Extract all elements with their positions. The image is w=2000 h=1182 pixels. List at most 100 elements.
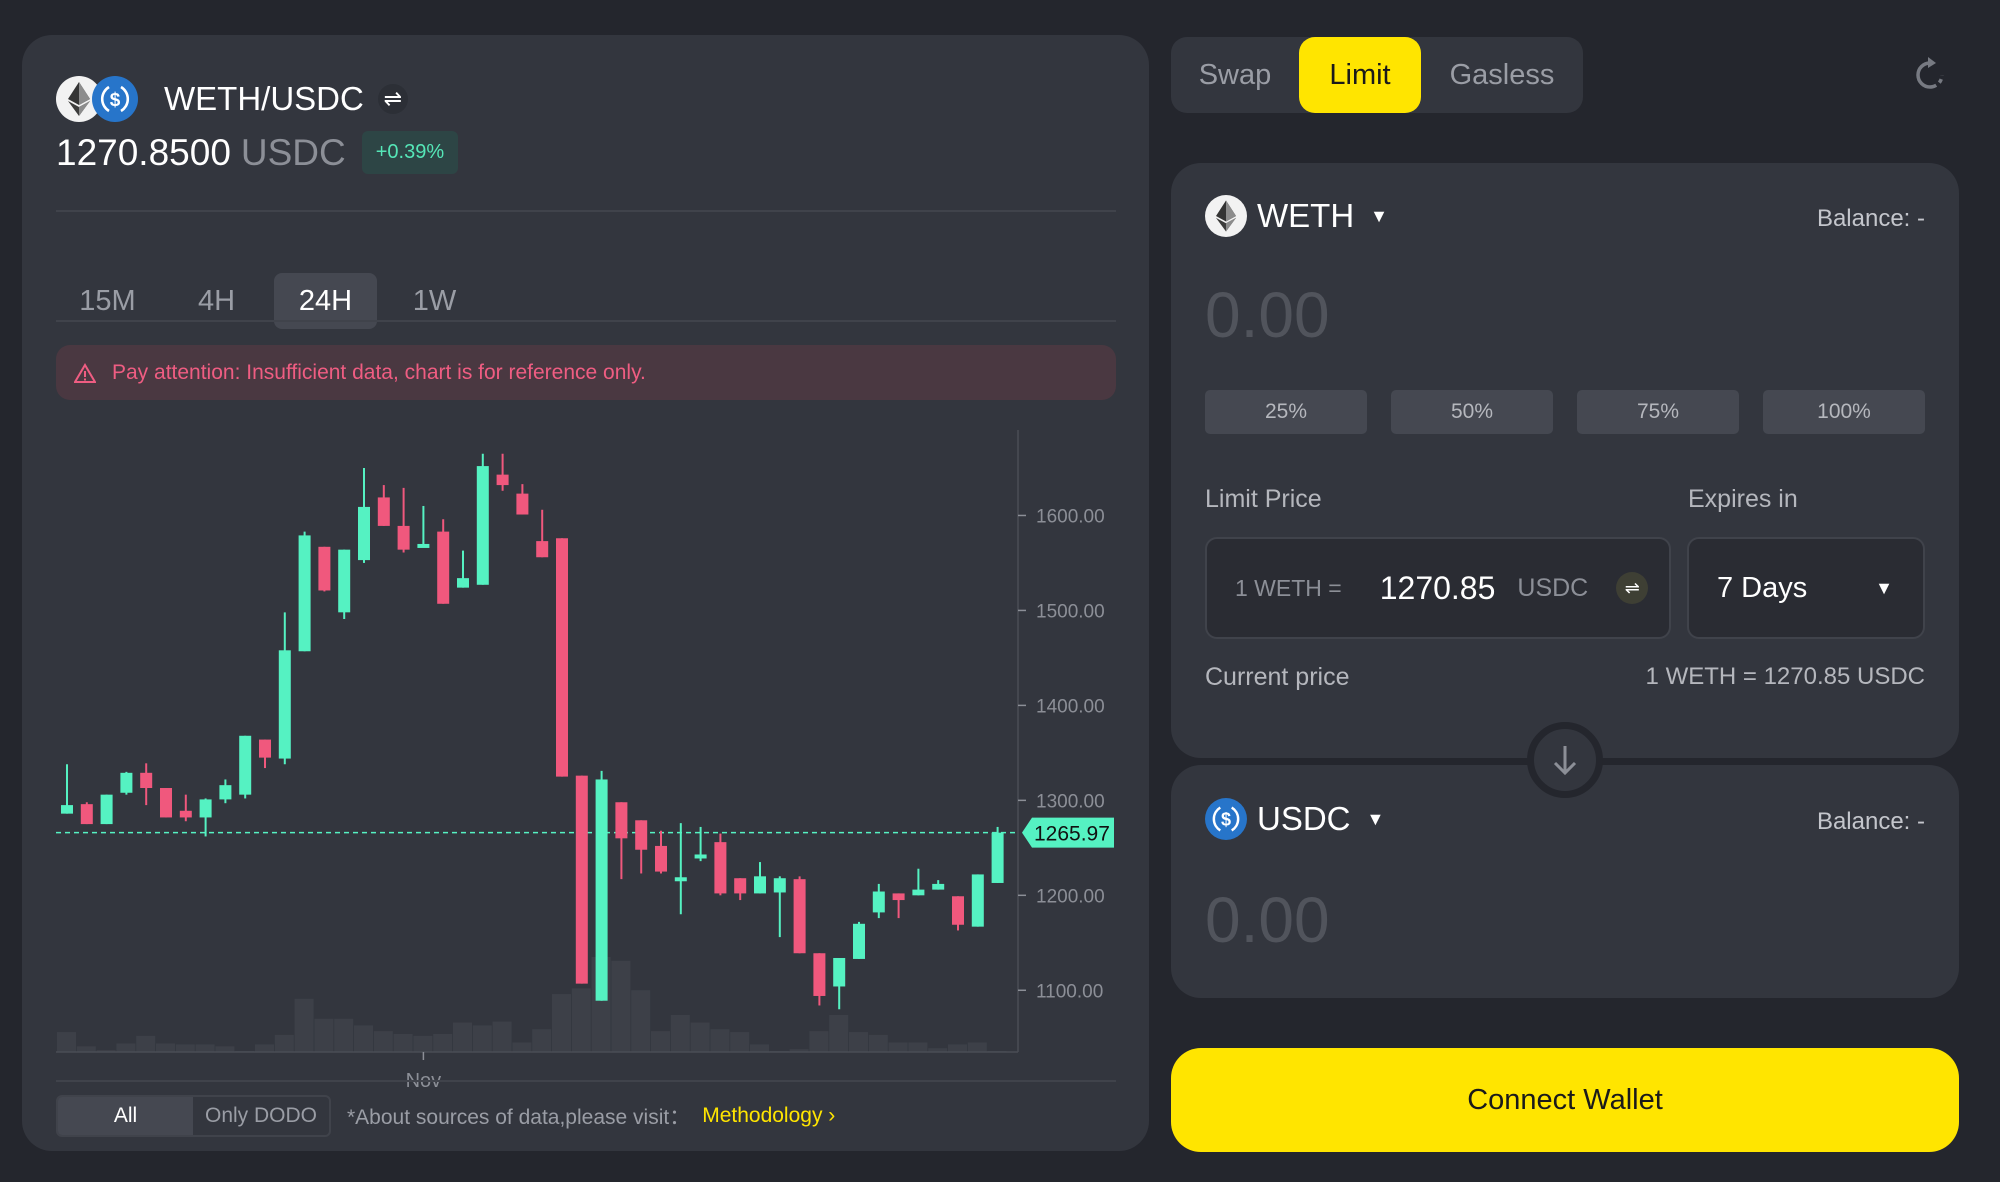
to-token-name: USDC <box>1257 800 1351 837</box>
volume-bar <box>750 1044 769 1052</box>
candle-down <box>714 842 727 894</box>
from-token-selector[interactable]: WETH ▼ <box>1205 195 1388 237</box>
expires-select[interactable]: 7 Days ▼ <box>1687 537 1925 639</box>
volume-bar <box>453 1022 472 1052</box>
candle-up <box>278 650 291 759</box>
candle-down <box>575 775 588 984</box>
limit-price-label: Limit Price <box>1205 485 1322 513</box>
percent-25-button[interactable]: 25% <box>1205 390 1367 434</box>
volume-bar <box>948 1044 967 1052</box>
from-amount-input[interactable]: 0.00 <box>1205 278 1330 352</box>
warning-icon <box>74 362 96 383</box>
candle-down <box>556 538 568 777</box>
volume-bar <box>512 1042 532 1052</box>
volume-bar <box>868 1034 888 1052</box>
volume-bar <box>967 1042 987 1052</box>
candle-down <box>140 772 153 789</box>
source-all-button[interactable]: All <box>58 1097 193 1135</box>
candle-down <box>318 546 331 591</box>
candle-down <box>615 802 628 839</box>
percent-100-button[interactable]: 100% <box>1763 390 1925 434</box>
source-toggle: All Only DODO <box>56 1095 331 1137</box>
volume-bar <box>255 1044 274 1052</box>
candle-up <box>100 794 113 825</box>
volume-bar <box>156 1043 175 1052</box>
chevron-down-icon: ▼ <box>1875 577 1893 598</box>
volume-bar <box>809 1031 829 1052</box>
refresh-icon[interactable] <box>1913 55 1947 98</box>
candle-up <box>971 874 984 927</box>
candle-up <box>219 785 232 800</box>
to-amount-input[interactable]: 0.00 <box>1205 883 1330 957</box>
limit-price-value[interactable]: 1270.85 <box>1380 570 1496 607</box>
candle-up <box>457 578 469 588</box>
candle-down <box>80 804 93 825</box>
y-tick-label: 1500.00 <box>1036 601 1105 622</box>
tab-gasless[interactable]: Gasless <box>1421 37 1583 113</box>
y-tick-label: 1400.00 <box>1036 696 1105 717</box>
price-unit: USDC <box>240 131 346 173</box>
candle-down <box>952 896 964 925</box>
swap-pair-icon[interactable]: ⇌ <box>377 84 408 114</box>
limit-price-input[interactable]: 1 WETH = 1270.85 USDC ⇌ <box>1205 537 1671 639</box>
volume-bar <box>651 1031 670 1052</box>
candlestick-chart[interactable]: 1100.00 1200.00 1300.00 1400.00 1500.00 1600.… <box>56 430 1136 1090</box>
volume-bar <box>116 1043 136 1052</box>
limit-price-unit: USDC <box>1517 573 1589 602</box>
candle-down <box>516 493 529 515</box>
chart-panel: $ WETH/USDC ⇌ 1270.8500 USDC +0.39% 15M … <box>22 35 1149 1151</box>
volume-bar <box>849 1032 868 1052</box>
volume-bar <box>215 1046 235 1052</box>
switch-direction-button[interactable] <box>1527 722 1603 798</box>
candle-down <box>377 497 390 526</box>
volume-bar <box>472 1025 492 1052</box>
volume-bar <box>433 1033 453 1052</box>
source-dodo-button[interactable]: Only DODO <box>193 1097 329 1135</box>
candle-up <box>358 506 370 561</box>
divider <box>56 210 1116 212</box>
tab-swap[interactable]: Swap <box>1171 37 1299 113</box>
volume-bar <box>492 1021 512 1052</box>
volume-bar <box>730 1032 750 1052</box>
candle-up <box>338 549 351 613</box>
connect-wallet-button[interactable]: Connect Wallet <box>1171 1048 1959 1152</box>
candle-up <box>417 543 430 548</box>
percent-75-button[interactable]: 75% <box>1577 390 1739 434</box>
svg-text:$: $ <box>1221 810 1231 830</box>
last-price-label: 1265.97 <box>1034 823 1110 846</box>
volume-bar <box>314 1018 334 1052</box>
warning-banner: Pay attention: Insufficient data, chart … <box>56 345 1116 400</box>
percent-50-button[interactable]: 50% <box>1391 390 1553 434</box>
y-tick-label: 1600.00 <box>1036 506 1105 527</box>
weth-token-icon <box>1205 195 1247 237</box>
volume-bar <box>57 1032 76 1052</box>
arrow-down-icon <box>1553 746 1577 776</box>
invert-price-icon[interactable]: ⇌ <box>1616 572 1649 604</box>
tab-limit[interactable]: Limit <box>1299 37 1421 113</box>
limit-price-prefix: 1 WETH = <box>1235 574 1342 601</box>
volume-bar <box>175 1044 195 1052</box>
to-token-selector[interactable]: $ USDC ▼ <box>1205 798 1384 840</box>
percent-buttons: 25% 50% 75% 100% <box>1205 390 1925 434</box>
volume-bar <box>393 1033 413 1052</box>
volume-bar <box>136 1035 156 1052</box>
svg-text:$: $ <box>110 90 121 111</box>
candle-down <box>734 878 747 894</box>
volume-bar <box>888 1042 908 1052</box>
methodology-link[interactable]: Methodology › <box>702 1104 835 1128</box>
candle-up <box>991 832 1004 883</box>
current-price-label: Current price <box>1205 663 1350 691</box>
divider <box>56 320 1116 322</box>
candle-down <box>892 893 905 901</box>
price-change-badge: +0.39% <box>361 131 459 174</box>
volume-bar <box>532 1029 552 1052</box>
usdc-token-icon: $ <box>1205 798 1247 840</box>
volume-bar <box>354 1025 373 1052</box>
volume-bar <box>908 1042 928 1052</box>
volume-bar <box>670 1014 690 1052</box>
candle-up <box>595 779 608 1001</box>
chart-footer: All Only DODO *About sources of data,ple… <box>56 1095 835 1137</box>
current-price: 1270.8500 <box>56 131 231 173</box>
candle-down <box>793 879 806 954</box>
candle-up <box>298 535 311 652</box>
